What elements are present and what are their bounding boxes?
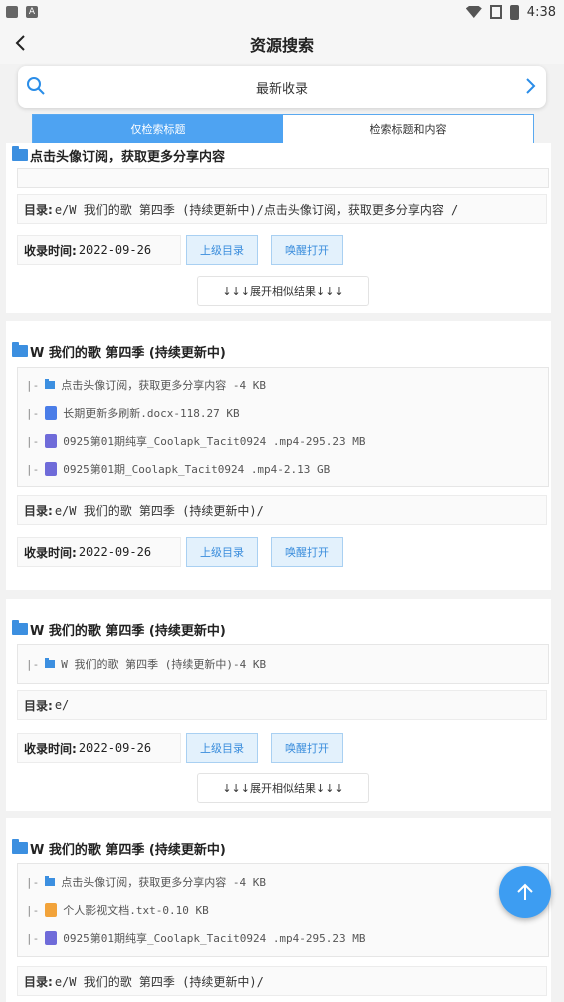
text-file-icon xyxy=(45,903,58,917)
open-in-app-button[interactable]: 唤醒打开 xyxy=(271,537,343,567)
image-icon xyxy=(6,6,18,18)
wifi-icon xyxy=(465,6,482,18)
tab-title-and-content[interactable]: 检索标题和内容 xyxy=(283,115,533,143)
result-title[interactable]: W 我们的歌 第四季 (持续更新中) xyxy=(6,619,226,639)
result-card: 点击头像订阅，获取更多分享内容 目录: e/W 我们的歌 第四季 (持续更新中)… xyxy=(6,143,551,313)
search-category-label[interactable]: 最新收录 xyxy=(18,78,546,97)
tab-title-only[interactable]: 仅检索标题 xyxy=(33,115,283,143)
page-title: 资源搜索 xyxy=(249,36,314,55)
status-right-icons: 4:38 xyxy=(465,4,556,20)
folder-icon xyxy=(45,379,56,389)
file-list-item[interactable]: |- 0925第01期纯享_Coolapk_Tacit0924 .mp4-295… xyxy=(18,427,548,455)
folder-icon xyxy=(12,342,28,357)
directory-path: 目录: e/ xyxy=(17,690,547,720)
search-bar[interactable]: 最新收录 xyxy=(18,66,546,108)
result-title[interactable]: W 我们的歌 第四季 (持续更新中) xyxy=(6,341,226,361)
video-file-icon xyxy=(45,462,58,476)
file-list-item[interactable]: |- 点击头像订阅，获取更多分享内容 -4 KB xyxy=(18,868,548,896)
open-in-app-button[interactable]: 唤醒打开 xyxy=(271,235,343,265)
indexed-time: 收录时间: 2022-09-26 xyxy=(17,235,181,265)
directory-path: 目录: e/W 我们的歌 第四季 (持续更新中)/ xyxy=(17,495,547,525)
file-list-empty xyxy=(17,168,549,188)
indexed-time: 收录时间: 2022-09-26 xyxy=(17,733,181,763)
result-title[interactable]: 点击头像订阅，获取更多分享内容 xyxy=(6,145,225,165)
app-notification-icon: A xyxy=(26,6,38,18)
file-list: |- 点击头像订阅，获取更多分享内容 -4 KB |- 长期更新多刷新.docx… xyxy=(17,367,549,487)
result-card: W 我们的歌 第四季 (持续更新中) |- 点击头像订阅，获取更多分享内容 -4… xyxy=(6,818,551,1002)
result-card: W 我们的歌 第四季 (持续更新中) |- W 我们的歌 第四季 (持续更新中)… xyxy=(6,599,551,811)
expand-similar-button[interactable]: ↓↓↓展开相似结果↓↓↓ xyxy=(197,276,369,306)
result-title[interactable]: W 我们的歌 第四季 (持续更新中) xyxy=(6,838,226,858)
open-in-app-button[interactable]: 唤醒打开 xyxy=(271,733,343,763)
indexed-time: 收录时间: 2022-09-26 xyxy=(17,537,181,567)
search-icon[interactable] xyxy=(26,76,46,96)
directory-path: 目录: e/W 我们的歌 第四季 (持续更新中)/点击头像订阅，获取更多分享内容… xyxy=(17,194,547,224)
file-list-item[interactable]: |- 长期更新多刷新.docx-118.27 KB xyxy=(18,399,548,427)
video-file-icon xyxy=(45,434,58,448)
no-sim-icon xyxy=(489,5,502,19)
battery-icon xyxy=(509,4,519,20)
status-bar: A 4:38 xyxy=(0,0,564,24)
app-bar: 资源搜索 xyxy=(0,24,564,64)
doc-file-icon xyxy=(45,406,58,420)
search-mode-tabs: 仅检索标题 检索标题和内容 xyxy=(32,114,534,144)
arrow-up-icon xyxy=(517,883,533,900)
result-card: W 我们的歌 第四季 (持续更新中) |- 点击头像订阅，获取更多分享内容 -4… xyxy=(6,321,551,590)
status-time: 4:38 xyxy=(526,4,556,20)
video-file-icon xyxy=(45,931,58,945)
parent-directory-button[interactable]: 上级目录 xyxy=(186,235,258,265)
folder-icon xyxy=(12,620,28,635)
file-list-item[interactable]: |- 0925第01期纯享_Coolapk_Tacit0924 .mp4-295… xyxy=(18,924,548,952)
back-icon[interactable] xyxy=(10,32,32,54)
directory-path: 目录: e/W 我们的歌 第四季 (持续更新中)/ xyxy=(17,966,547,996)
status-left-icons: A xyxy=(6,6,38,18)
file-list-item[interactable]: |- 0925第01期_Coolapk_Tacit0924 .mp4-2.13 … xyxy=(18,455,548,483)
folder-icon xyxy=(45,658,56,668)
chevron-right-icon[interactable] xyxy=(520,76,540,96)
folder-icon xyxy=(12,146,28,161)
parent-directory-button[interactable]: 上级目录 xyxy=(186,537,258,567)
expand-similar-button[interactable]: ↓↓↓展开相似结果↓↓↓ xyxy=(197,773,369,803)
folder-icon xyxy=(12,839,28,854)
file-list-item[interactable]: |- 个人影视文档.txt-0.10 KB xyxy=(18,896,548,924)
folder-icon xyxy=(45,876,56,886)
file-list-item[interactable]: |- W 我们的歌 第四季 (持续更新中)-4 KB xyxy=(18,650,548,678)
file-list: |- W 我们的歌 第四季 (持续更新中)-4 KB xyxy=(17,644,549,684)
file-list-item[interactable]: |- 点击头像订阅，获取更多分享内容 -4 KB xyxy=(18,371,548,399)
file-list: |- 点击头像订阅，获取更多分享内容 -4 KB |- 个人影视文档.txt-0… xyxy=(17,863,549,957)
scroll-to-top-button[interactable] xyxy=(499,866,551,918)
parent-directory-button[interactable]: 上级目录 xyxy=(186,733,258,763)
